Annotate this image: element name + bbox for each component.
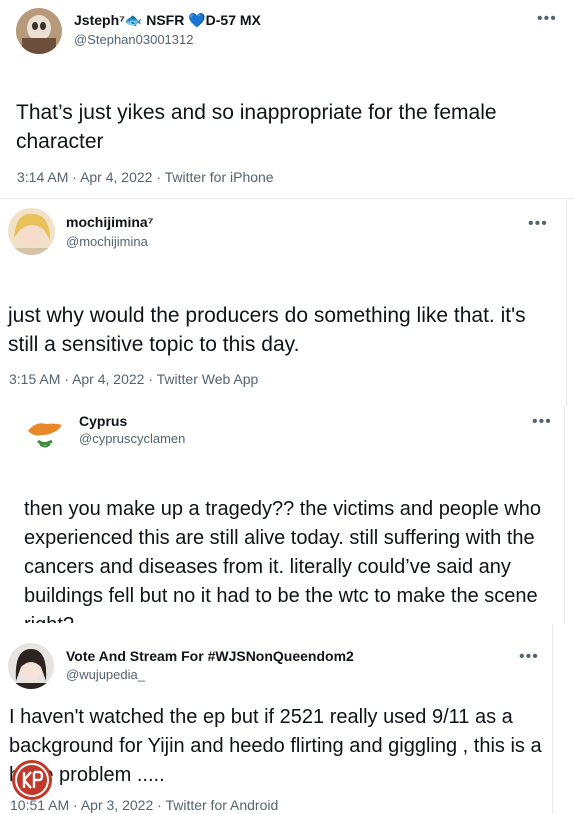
tweet-source[interactable]: Twitter for iPhone	[165, 169, 274, 185]
avatar[interactable]	[8, 208, 55, 255]
tweet-text: just why would the producers do somethin…	[8, 304, 526, 356]
tweet-timestamp[interactable]: 3:14 AM · Apr 4, 2022 · Twitter for iPho…	[17, 169, 274, 185]
display-name[interactable]: Vote And Stream For #WJSNonQueendom2	[66, 648, 354, 664]
watermark-icon	[15, 763, 49, 797]
tweet-card[interactable]: Jsteph⁷🐟 NSFR 💙D-57 MX @Stephan03001312 …	[0, 0, 574, 200]
watermark-logo	[12, 760, 52, 800]
separator-dot: ·	[156, 169, 162, 185]
tweet-source[interactable]: Twitter for Android	[165, 797, 278, 813]
separator-dot: ·	[73, 797, 78, 813]
card-border	[564, 405, 565, 623]
tweet-card[interactable]: Vote And Stream For #WJSNonQueendom2 @wu…	[0, 624, 552, 814]
username[interactable]: @wujupedia_	[66, 667, 145, 682]
username[interactable]: @cypruscyclamen	[79, 431, 185, 446]
avatar[interactable]	[16, 8, 62, 54]
tweet-source[interactable]: Twitter Web App	[157, 371, 259, 387]
separator-dot: ·	[64, 371, 69, 387]
tweet-date: Apr 4, 2022	[72, 371, 145, 387]
separator-dot: ·	[148, 371, 154, 387]
tweet-time: 3:14 AM	[17, 169, 69, 185]
display-name[interactable]: mochijimina⁷	[66, 214, 153, 230]
tweet-text: then you make up a tragedy?? the victims…	[24, 498, 541, 623]
display-name[interactable]: Cyprus	[79, 413, 127, 429]
tweet-timestamp[interactable]: 3:15 AM · Apr 4, 2022 · Twitter Web App	[9, 371, 258, 387]
avatar[interactable]	[8, 643, 54, 689]
tweet-date: Apr 4, 2022	[80, 169, 153, 185]
tweet-card[interactable]: Cyprus @cypruscyclamen ••• then you make…	[10, 405, 564, 623]
username[interactable]: @Stephan03001312	[74, 32, 193, 47]
card-border	[552, 624, 553, 814]
divider	[0, 198, 574, 199]
more-options-icon[interactable]: •••	[537, 11, 557, 27]
username[interactable]: @mochijimina	[66, 234, 148, 249]
separator-dot: ·	[157, 797, 162, 813]
more-options-icon[interactable]: •••	[528, 216, 548, 232]
tweet-card[interactable]: mochijimina⁷ @mochijimina ••• just why w…	[0, 200, 566, 406]
tweet-text: I haven't watched the ep but if 2521 rea…	[9, 706, 542, 786]
tweet-date: Apr 3, 2022	[80, 797, 154, 813]
more-options-icon[interactable]: •••	[532, 414, 552, 430]
separator-dot: ·	[72, 169, 77, 185]
avatar[interactable]	[24, 413, 66, 455]
more-options-icon[interactable]: •••	[519, 649, 539, 665]
tweet-text: That’s just yikes and so inappropriate f…	[16, 101, 497, 153]
card-border	[566, 200, 567, 406]
display-name[interactable]: Jsteph⁷🐟 NSFR 💙D-57 MX	[74, 12, 261, 29]
tweet-time: 3:15 AM	[9, 371, 61, 387]
